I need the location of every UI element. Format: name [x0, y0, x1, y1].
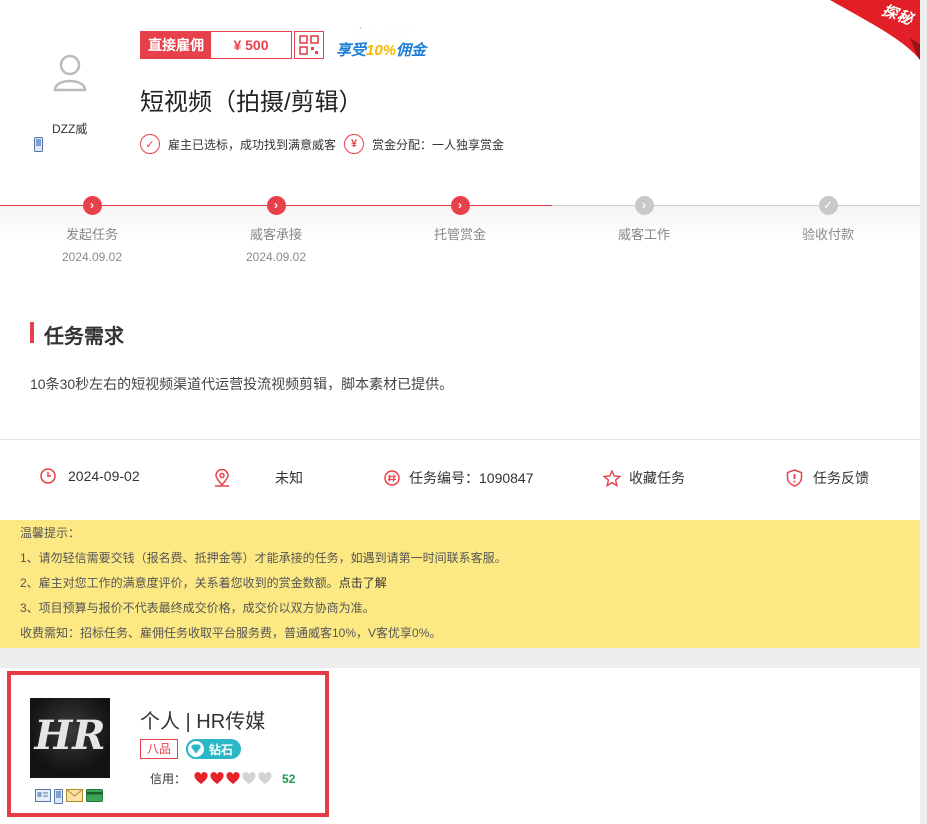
step-check-icon: ✓	[818, 196, 838, 215]
notice-line-1: 1、请勿轻信需要交钱（报名费、抵押金等）才能承接的任务，如遇到请第一时间联系客服…	[20, 551, 507, 565]
star-icon	[603, 469, 621, 487]
employer-name[interactable]: 个人 | HR传媒	[140, 705, 265, 734]
employer-credit: 信用： 52	[150, 771, 296, 787]
location: 未知	[213, 468, 303, 488]
task-price: ¥ 500	[211, 32, 291, 58]
id-card-icon	[35, 789, 51, 802]
progress-step-publish: › 发起任务 2024.09.02	[61, 196, 123, 264]
promo-line2: 享受10%佣金	[336, 42, 427, 59]
progress-step-escrow: › 托管赏金	[433, 196, 486, 242]
heart-filled-icon	[210, 772, 224, 784]
heart-empty-icon	[258, 772, 272, 784]
username[interactable]: DZZ威	[52, 120, 87, 137]
notice-line-3: 3、项目预算与报价不代表最终成交价格，成交价以双方协商为准。	[20, 601, 375, 615]
task-status-text: 雇主已选标，成功找到满意威客	[168, 137, 337, 152]
clock-icon	[40, 468, 56, 484]
bank-card-icon	[86, 789, 103, 802]
task-number: 任务编号：1090847	[384, 468, 534, 488]
requirement-title: 任务需求	[44, 326, 124, 348]
heart-empty-icon	[242, 772, 256, 784]
step-done-icon: ›	[266, 196, 286, 215]
fee-notice: 收费需知：招标任务、雇佣任务收取平台服务费，普通威客10%，V客优享0%。	[20, 626, 442, 640]
heart-filled-icon	[226, 772, 240, 784]
credit-score: 52	[282, 771, 296, 786]
section-accent-bar	[30, 322, 34, 343]
step-done-icon: ›	[450, 196, 470, 215]
diamond-icon	[186, 739, 206, 759]
heart-filled-icon	[194, 772, 208, 784]
task-status-row: ✓ 雇主已选标，成功找到满意威客 ¥ 赏金分配：一人独享赏金	[140, 134, 504, 154]
qr-code-icon[interactable]	[294, 31, 324, 59]
direct-hire-label: 直接雇佣	[141, 32, 211, 58]
promo-line1: 推荐任务	[352, 23, 413, 41]
divider	[0, 439, 920, 440]
progress-step-acceptance: ✓ 验收付款	[801, 196, 854, 242]
task-feedback-button[interactable]: 任务反馈	[786, 468, 869, 488]
direct-hire-tag[interactable]: 直接雇佣 ¥ 500	[140, 31, 292, 59]
hash-icon	[384, 470, 400, 486]
employer-logo[interactable]: HR	[30, 698, 110, 778]
task-title: 短视频（拍摄/剪辑）	[140, 89, 363, 116]
credit-hearts	[194, 772, 272, 785]
employer-verification-icons	[35, 789, 103, 804]
check-circle-icon: ✓	[140, 134, 160, 154]
email-icon	[66, 789, 83, 802]
employer-logo-text: HR	[34, 712, 106, 759]
warm-tips-notice: 温馨提示： 1、请勿轻信需要交钱（报名费、抵押金等）才能承接的任务，如遇到请第一…	[0, 520, 920, 648]
reward-distribution-text: 赏金分配：一人独享赏金	[372, 137, 505, 152]
phone-verified-icon	[34, 137, 43, 152]
notice-title: 温馨提示：	[20, 526, 81, 540]
step-done-icon: ›	[82, 196, 102, 215]
progress-step-working: › 威客工作	[617, 196, 670, 242]
shield-alert-icon	[786, 469, 803, 487]
step-pending-icon: ›	[634, 196, 654, 215]
learn-more-link[interactable]: 点击了解	[339, 576, 387, 590]
yen-circle-icon: ¥	[344, 134, 365, 154]
requirement-text: 10条30秒左右的短视频渠道代运营投流视频剪辑，脚本素材已提供。	[30, 376, 454, 392]
progress-step-accept: › 威客承接 2024.09.02	[245, 196, 307, 264]
recommend-promo-banner[interactable]: 推荐任务 享受10%佣金	[334, 20, 454, 62]
phone-icon	[54, 789, 63, 804]
employer-rank-badge: 八品	[140, 739, 179, 759]
employer-level-badge: 钻石	[186, 739, 241, 759]
favorite-task-button[interactable]: 收藏任务	[603, 468, 685, 488]
user-avatar-icon[interactable]	[50, 52, 90, 92]
task-card: 探秘 DZZ威 直接雇佣 ¥ 500 推荐任务 享受10%佣金 短视频（拍摄/剪…	[0, 0, 920, 648]
publish-date: 2024-09-02	[40, 468, 140, 484]
notice-line-2: 2、雇主对您工作的满意度评价，关系着您收到的赏金数额。点击了解	[20, 576, 387, 590]
location-pin-icon	[215, 469, 229, 487]
